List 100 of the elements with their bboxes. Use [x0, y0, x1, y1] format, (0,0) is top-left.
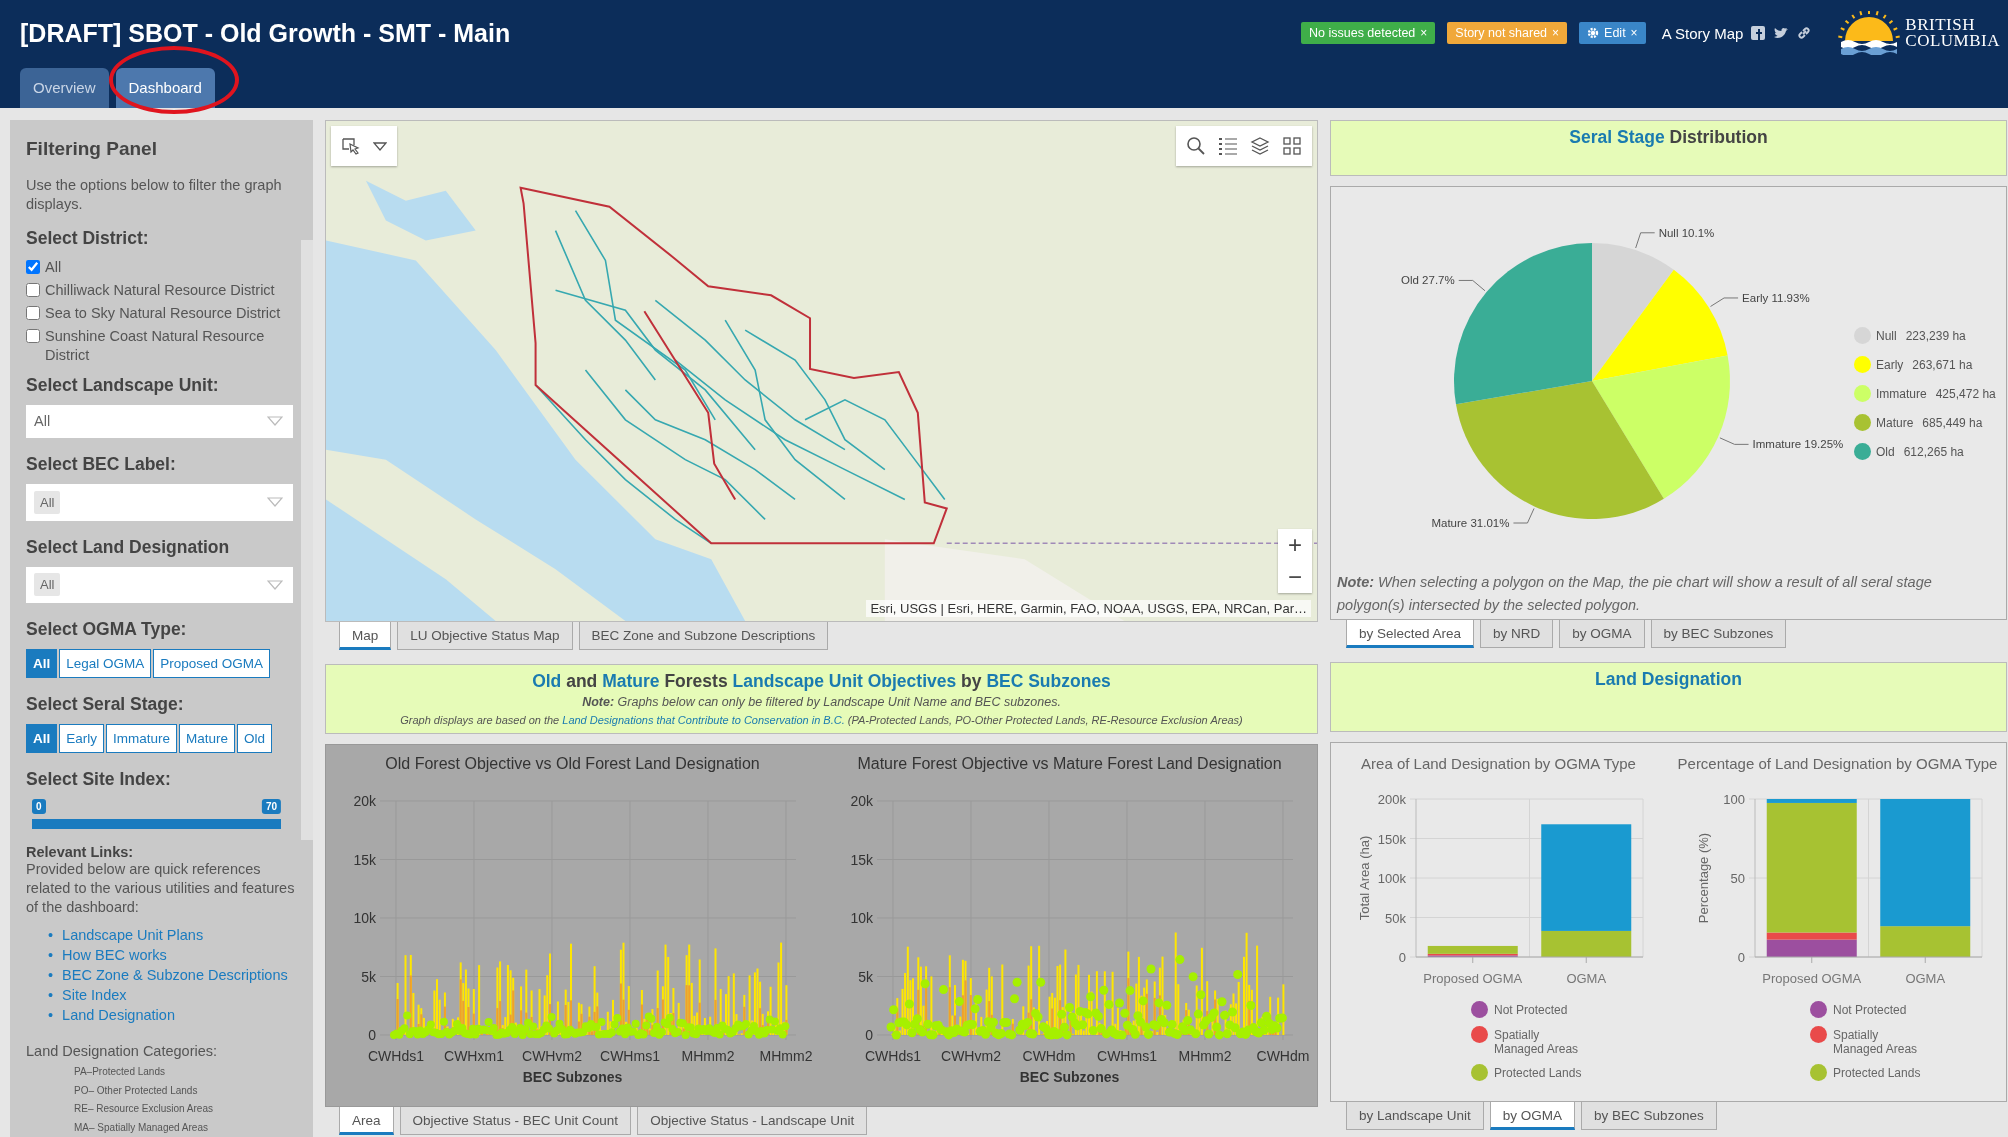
- field-label: Select Land Designation: [26, 536, 231, 558]
- field-label: Select District:: [26, 228, 150, 249]
- axis-label: 100k: [1377, 871, 1406, 886]
- axis-label: OGMA: [1905, 971, 1946, 986]
- dropdown-value: All: [34, 413, 51, 430]
- axis-label: 50k: [1385, 910, 1406, 926]
- field-label: Select Landscape Unit:: [26, 375, 220, 396]
- legend-label: Not Protected: [1833, 1002, 1908, 1017]
- slice-label: Mature 31.01%: [1431, 517, 1510, 529]
- axis-label: 15k: [353, 851, 376, 868]
- slice-label: Immature 19.25%: [1752, 438, 1844, 451]
- panel-title: Filtering Panel: [26, 138, 158, 160]
- field-label: Select BEC Label:: [26, 453, 177, 475]
- axis-label: MHmm2: [759, 1048, 813, 1064]
- axis-label: 5k: [858, 968, 873, 985]
- axis-label: MHmm2: [681, 1048, 735, 1064]
- bullet: •: [48, 967, 54, 983]
- field-label: Select Site Index:: [26, 769, 172, 791]
- legend-value: 425,472 ha: [1935, 386, 1996, 401]
- axis-label: CWHvm2: [941, 1048, 1001, 1064]
- checkbox-label: All: [45, 258, 62, 277]
- legend-label: Not Protected: [1494, 1002, 1569, 1017]
- basis-text: Graph displays are based on the Land Designations that Contribute to Conservation in B.C. (PA-Protected Lands, PO-Other Protected Lands, RE-Resource Exclusion Areas): [399, 714, 1244, 726]
- axis-label: 150k: [1377, 831, 1406, 847]
- axis-label: 50: [1730, 871, 1745, 886]
- note-text: Note: When selecting a polygon on the Map, the pie chart will show a result of all seral stage polygon(s) intersected by the selected polygon.: [1335, 573, 1933, 615]
- panel-description: Use the options below to filter the graph displays.: [26, 176, 283, 214]
- story-map-label: A Story Map: [1661, 24, 1744, 42]
- checkbox-label: Chilliwack Natural Resource District: [45, 281, 275, 300]
- category-item: PO– Other Protected Lands: [74, 1083, 199, 1098]
- axis-label: 0: [865, 1027, 873, 1043]
- axis-label: 20k: [353, 793, 376, 809]
- axis-label: CWHms1: [1097, 1048, 1157, 1064]
- axis-title: Total Area (ha): [1357, 835, 1372, 921]
- value-chip: All: [34, 573, 61, 597]
- axis-title: Percentage (%): [1696, 832, 1711, 924]
- chart-title: Percentage of Land Designation by OGMA Type: [1676, 754, 1999, 774]
- legend-value: 223,239 ha: [1905, 328, 1966, 343]
- section-title: Land Designation Categories:: [26, 1043, 219, 1059]
- axis-label: 200k: [1377, 792, 1406, 807]
- axis-label: 0: [1737, 950, 1745, 965]
- axis-label: CWHxm1: [444, 1048, 504, 1064]
- section-heading: Old and Mature Forests Landscape Unit Objectives by BEC Subzones: [531, 671, 1112, 692]
- legend-label: Early: [1876, 357, 1904, 372]
- axis-label: CWHds1: [368, 1048, 424, 1064]
- legend-label: Protected Lands: [1494, 1065, 1583, 1080]
- legend-label: Spatially Managed Areas: [1833, 1027, 1919, 1056]
- bullet: •: [48, 1007, 54, 1023]
- axis-label: 0: [368, 1027, 376, 1043]
- map-attribution: Esri, USGS | Esri, HERE, Garmin, FAO, NOAA, USGS, EPA, NRCan, Par…: [866, 600, 1311, 617]
- axis-label: MHmm2: [1178, 1048, 1232, 1064]
- axis-label: CWHdm: [1022, 1048, 1076, 1064]
- note-text: Note: Graphs below can only be filtered by Landscape Unit Name and BEC subzones.: [581, 695, 1062, 709]
- field-label: Select Seral Stage:: [26, 694, 185, 716]
- axis-title: BEC Subzones: [1019, 1069, 1120, 1085]
- checkbox-label: Sea to Sky Natural Resource District: [45, 304, 281, 323]
- legend-label: Immature: [1876, 386, 1927, 401]
- category-item: PA–Protected Lands: [74, 1065, 166, 1079]
- section-heading: Seral Stage Distribution: [1568, 127, 1769, 148]
- bullet: •: [48, 927, 54, 943]
- axis-label: 0: [1398, 950, 1406, 965]
- category-item: RE– Resource Exclusion Areas: [74, 1102, 214, 1116]
- legend-label: Mature: [1876, 415, 1914, 430]
- bullet: •: [48, 987, 54, 1003]
- axis-label: 100: [1723, 792, 1745, 807]
- links-description: Provided below are quick references related to the various utilities and features of the dashboard:: [26, 860, 296, 917]
- axis-label: 10k: [850, 910, 873, 926]
- axis-label: Proposed OGMA: [1762, 971, 1862, 986]
- axis-label: CWHdm: [1256, 1048, 1310, 1064]
- axis-label: Proposed OGMA: [1423, 971, 1523, 986]
- category-item: MA– Spatially Managed Areas: [74, 1120, 209, 1135]
- axis-label: CWHds1: [865, 1048, 921, 1064]
- axis-title: BEC Subzones: [522, 1069, 623, 1085]
- checkbox-label: Sunshine Coast Natural Resource District: [45, 327, 266, 365]
- axis-label: 15k: [850, 851, 873, 868]
- bullet: •: [48, 947, 54, 963]
- axis-label: 5k: [361, 968, 376, 985]
- axis-label: CWHvm2: [522, 1048, 582, 1064]
- legend-label: Null: [1876, 328, 1897, 343]
- section-heading: Land Designation: [1594, 669, 1743, 690]
- legend-label: Old: [1876, 444, 1895, 459]
- slice-label: Early 11.93%: [1742, 291, 1810, 304]
- legend-label: Spatially Managed Areas: [1494, 1027, 1580, 1056]
- slice-label: Null 10.1%: [1658, 226, 1715, 239]
- legend-label: Protected Lands: [1833, 1065, 1922, 1080]
- axis-label: 10k: [353, 910, 376, 926]
- legend-value: 685,449 ha: [1922, 415, 1983, 430]
- logo-text: BRITISH COLUMBIA: [1905, 17, 2000, 49]
- axis-label: OGMA: [1566, 971, 1607, 986]
- chart-title: Area of Land Designation by OGMA Type: [1360, 754, 1637, 774]
- slice-label: Old 27.7%: [1401, 274, 1455, 287]
- section-title: Relevant Links:: [26, 844, 135, 860]
- page-title: [DRAFT] SBOT - Old Growth - SMT - Main: [20, 18, 512, 48]
- axis-label: CWHms1: [600, 1048, 660, 1064]
- chart-title: Old Forest Objective vs Old Forest Land Designation: [385, 755, 760, 774]
- value-chip: All: [34, 490, 61, 514]
- legend-value: 263,671 ha: [1912, 357, 1973, 372]
- axis-label: 20k: [850, 793, 873, 809]
- field-label: Select OGMA Type:: [26, 619, 188, 641]
- chart-title: Mature Forest Objective vs Mature Forest Land Designation: [857, 755, 1282, 774]
